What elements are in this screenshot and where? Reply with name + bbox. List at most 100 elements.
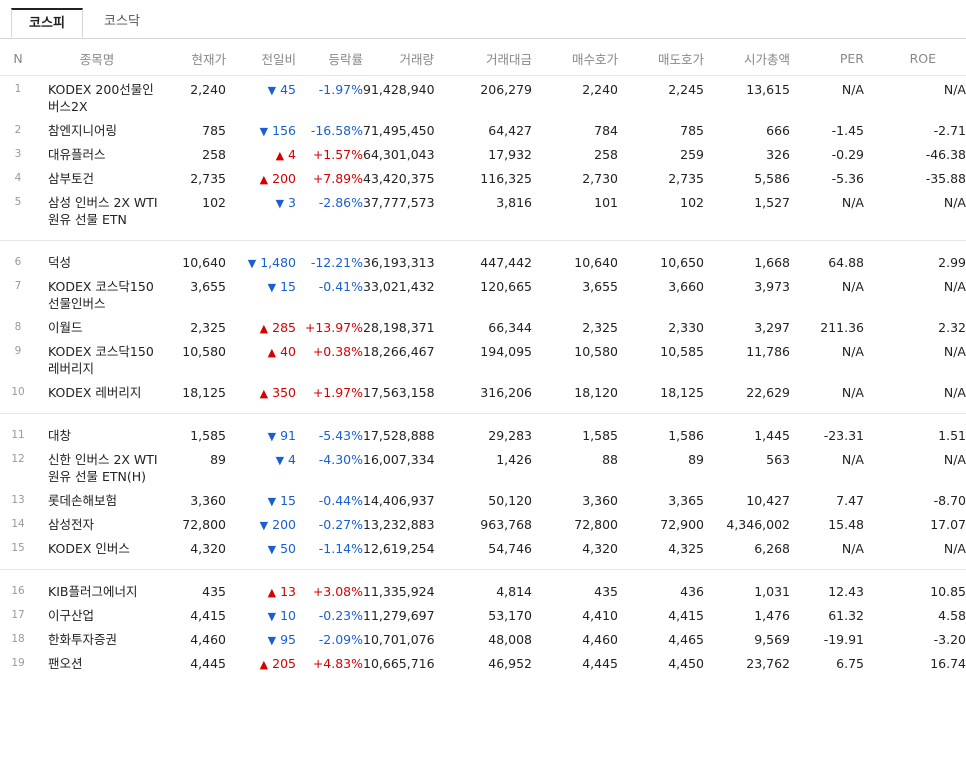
current-price: 3,360 <box>190 493 226 508</box>
roe-value: -3.20 <box>933 632 966 647</box>
col-ask: 매도호가 <box>618 42 704 76</box>
table-row: 4 삼부토건 2,735 ▲ 200 +7.89% 43,420,375 116,325 2,7… <box>0 165 966 189</box>
change-rate: -5.43% <box>318 428 363 443</box>
price-change-value: 15 <box>280 279 296 294</box>
stock-name-link[interactable]: 이구산업 <box>36 602 158 626</box>
price-change-value: 285 <box>272 320 296 335</box>
market-cap: 13,615 <box>746 82 790 97</box>
ask-price: 3,660 <box>668 279 704 294</box>
down-triangle-icon: ▼ <box>267 610 277 623</box>
trade-volume: 33,021,432 <box>363 279 435 294</box>
stock-name-link[interactable]: 신한 인버스 2X WTI원유 선물 ETN(H) <box>36 446 158 487</box>
stock-name-link[interactable]: KODEX 코스닥150선물인버스 <box>36 273 158 314</box>
trade-amount: 46,952 <box>488 656 532 671</box>
market-cap: 666 <box>766 123 790 138</box>
price-change-value: 205 <box>272 656 296 671</box>
change-rate: +7.89% <box>312 171 363 186</box>
row-number: 13 <box>11 494 25 506</box>
current-price: 4,445 <box>190 656 226 671</box>
stock-name-link[interactable]: 한화투자증권 <box>36 626 158 650</box>
price-change-value: 1,480 <box>260 255 296 270</box>
change-rate: +1.97% <box>312 385 363 400</box>
bid-price: 4,410 <box>582 608 618 623</box>
current-price: 2,325 <box>190 320 226 335</box>
trade-amount: 29,283 <box>488 428 532 443</box>
trade-amount: 3,816 <box>496 195 532 210</box>
trade-volume: 71,495,450 <box>363 123 435 138</box>
change-rate: +4.83% <box>312 656 363 671</box>
trade-amount: 4,814 <box>496 584 532 599</box>
price-change: ▼ 3 <box>226 189 296 230</box>
stock-name-link[interactable]: 삼성 인버스 2X WTI원유 선물 ETN <box>36 189 158 230</box>
change-rate: -0.44% <box>318 493 363 508</box>
down-triangle-icon: ▼ <box>259 519 269 532</box>
change-rate: -2.86% <box>318 195 363 210</box>
bid-price: 784 <box>594 123 618 138</box>
stock-name-link[interactable]: 대유플러스 <box>36 141 158 165</box>
table-row: 14 삼성전자 72,800 ▼ 200 -0.27% 13,232,883 963,768 7… <box>0 511 966 535</box>
stock-name-link[interactable]: 참엔지니어링 <box>36 117 158 141</box>
table-row: 17 이구산업 4,415 ▼ 10 -0.23% 11,279,697 53,170 4,41… <box>0 602 966 626</box>
stock-name-link[interactable]: KODEX 레버리지 <box>36 379 158 403</box>
stock-name-link[interactable]: KODEX 인버스 <box>36 535 158 559</box>
group-divider <box>0 559 966 570</box>
price-change-value: 350 <box>272 385 296 400</box>
trade-amount: 64,427 <box>488 123 532 138</box>
current-price: 4,460 <box>190 632 226 647</box>
row-number: 10 <box>11 386 25 398</box>
stock-name-link[interactable]: KIB플러그에너지 <box>36 578 158 602</box>
trade-volume: 18,266,467 <box>363 344 435 359</box>
per-value: N/A <box>841 385 864 400</box>
stock-name-link[interactable]: 이월드 <box>36 314 158 338</box>
row-number: 6 <box>14 256 22 268</box>
col-cap: 시가총액 <box>704 42 790 76</box>
up-triangle-icon: ▲ <box>259 658 269 671</box>
roe-value: N/A <box>943 279 966 294</box>
down-triangle-icon: ▼ <box>267 495 277 508</box>
per-value: N/A <box>841 344 864 359</box>
tab-kosdaq[interactable]: 코스닥 <box>87 8 157 38</box>
row-number: 18 <box>11 633 25 645</box>
table-row: 7 KODEX 코스닥150선물인버스 3,655 ▼ 15 -0.41% 33,021,4… <box>0 273 966 314</box>
row-number: 17 <box>11 609 25 621</box>
row-number: 8 <box>14 321 22 333</box>
stock-name-link[interactable]: 팬오션 <box>36 650 158 674</box>
current-price: 10,580 <box>182 344 226 359</box>
price-change: ▼ 15 <box>226 487 296 511</box>
tab-kospi[interactable]: 코스피 <box>11 8 83 38</box>
market-cap: 563 <box>766 452 790 467</box>
per-value: N/A <box>841 279 864 294</box>
stock-name-link[interactable]: 삼성전자 <box>36 511 158 535</box>
price-change: ▲ 285 <box>226 314 296 338</box>
price-change-value: 45 <box>280 82 296 97</box>
current-price: 4,320 <box>190 541 226 556</box>
stock-name-link[interactable]: 삼부토건 <box>36 165 158 189</box>
down-triangle-icon: ▼ <box>275 197 285 210</box>
bid-price: 3,360 <box>582 493 618 508</box>
roe-value: N/A <box>943 385 966 400</box>
per-value: 64.88 <box>828 255 864 270</box>
stock-name-link[interactable]: 덕성 <box>36 249 158 273</box>
ask-price: 785 <box>680 123 704 138</box>
down-triangle-icon: ▼ <box>267 543 277 556</box>
stock-name-link[interactable]: 대창 <box>36 422 158 446</box>
current-price: 102 <box>202 195 226 210</box>
stock-name-link[interactable]: KODEX 200선물인버스2X <box>36 76 158 118</box>
market-cap: 3,297 <box>754 320 790 335</box>
trade-volume: 14,406,937 <box>363 493 435 508</box>
up-triangle-icon: ▲ <box>267 346 277 359</box>
stock-name-link[interactable]: 롯데손해보험 <box>36 487 158 511</box>
bid-price: 4,445 <box>582 656 618 671</box>
bid-price: 3,655 <box>582 279 618 294</box>
col-n: N <box>0 42 36 76</box>
row-number: 15 <box>11 542 25 554</box>
table-row: 2 참엔지니어링 785 ▼ 156 -16.58% 71,495,450 64,427 784… <box>0 117 966 141</box>
change-rate: +3.08% <box>312 584 363 599</box>
current-price: 72,800 <box>182 517 226 532</box>
bid-price: 1,585 <box>582 428 618 443</box>
per-value: -0.29 <box>831 147 864 162</box>
trade-volume: 12,619,254 <box>363 541 435 556</box>
stock-name-link[interactable]: KODEX 코스닥150레버리지 <box>36 338 158 379</box>
price-change: ▼ 15 <box>226 273 296 314</box>
roe-value: 16.74 <box>930 656 966 671</box>
